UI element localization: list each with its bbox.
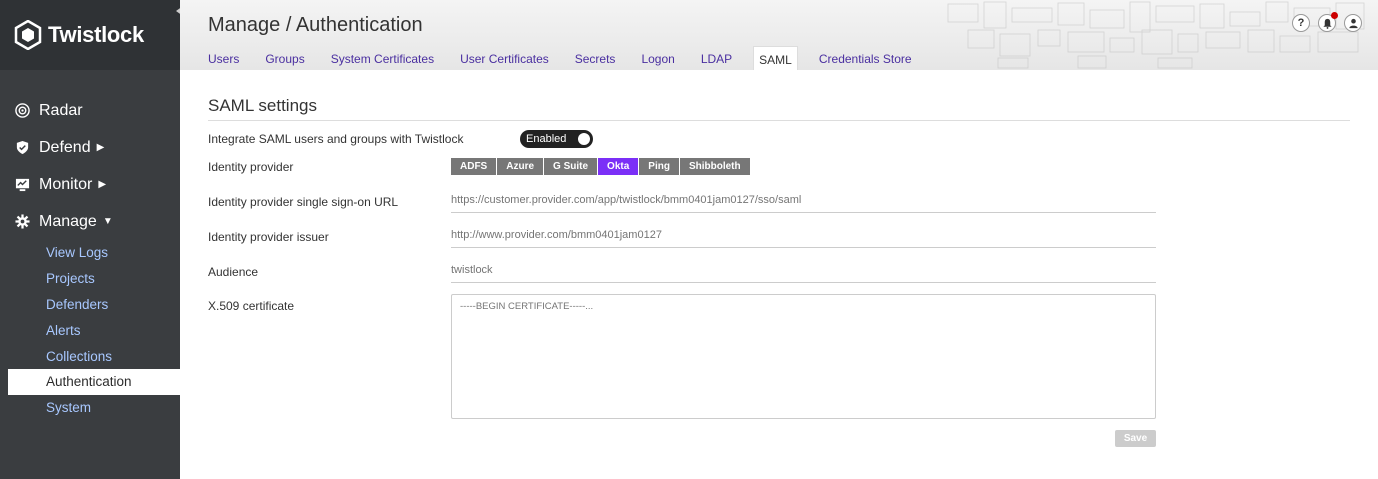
- sso-url-input[interactable]: [451, 190, 1156, 213]
- caret-right-icon: ▶: [98, 179, 107, 190]
- tab-user-certificates[interactable]: User Certificates: [447, 46, 562, 70]
- saml-settings-panel: SAML settings Integrate SAML users and g…: [208, 96, 1350, 447]
- idp-option-shibboleth[interactable]: Shibboleth: [679, 158, 750, 175]
- toggle-knob: [578, 133, 590, 145]
- idp-option-azure[interactable]: Azure: [497, 158, 544, 175]
- tab-system-certificates[interactable]: System Certificates: [318, 46, 447, 70]
- sso-url-row: Identity provider single sign-on URL: [208, 190, 1156, 213]
- idp-label: Identity provider: [208, 159, 294, 174]
- radar-icon: [14, 102, 31, 119]
- sidebar-item-label: Defend: [39, 138, 91, 156]
- issuer-row: Identity provider issuer: [208, 225, 1156, 248]
- header: Manage / Authentication Users Groups Sys…: [180, 0, 1378, 70]
- subnav-item-projects[interactable]: Projects: [0, 266, 180, 292]
- issuer-label: Identity provider issuer: [208, 229, 329, 244]
- sidebar-item-label: Monitor: [39, 175, 93, 193]
- subnav-item-system[interactable]: System: [0, 395, 180, 421]
- tab-credentials-store[interactable]: Credentials Store: [806, 46, 925, 70]
- tab-bar: Users Groups System Certificates User Ce…: [208, 46, 925, 70]
- header-pattern-decoration: [947, 1, 1365, 69]
- saml-enabled-toggle[interactable]: Enabled: [520, 130, 593, 148]
- sso-url-label: Identity provider single sign-on URL: [208, 194, 399, 209]
- tab-ldap[interactable]: LDAP: [688, 46, 745, 70]
- integrate-row: Integrate SAML users and groups with Twi…: [208, 130, 593, 148]
- integrate-label: Integrate SAML users and groups with Twi…: [208, 132, 464, 146]
- sidebar-item-monitor[interactable]: Monitor ▶: [0, 166, 180, 203]
- cert-label: X.509 certificate: [208, 299, 295, 313]
- monitor-icon: [14, 176, 31, 193]
- issuer-input[interactable]: [451, 225, 1156, 248]
- sidebar-item-label: Manage: [39, 212, 97, 230]
- audience-label: Audience: [208, 264, 259, 279]
- brand: Twistlock: [0, 0, 190, 70]
- subnav-item-alerts[interactable]: Alerts: [0, 317, 180, 343]
- audience-row: Audience: [208, 260, 1156, 283]
- idp-row: Identity provider ADFS Azure G Suite Okt…: [208, 158, 750, 175]
- caret-down-icon: ▼: [102, 216, 113, 227]
- tab-saml[interactable]: SAML: [753, 46, 798, 70]
- idp-option-gsuite[interactable]: G Suite: [544, 158, 598, 175]
- brand-name: Twistlock: [48, 22, 144, 47]
- subnav-item-collections[interactable]: Collections: [0, 343, 180, 369]
- user-icon[interactable]: [1344, 14, 1362, 32]
- subnav-item-view-logs[interactable]: View Logs: [0, 240, 180, 266]
- section-title: SAML settings: [208, 96, 1350, 121]
- sidebar-item-defend[interactable]: Defend ▶: [0, 129, 180, 166]
- certificate-textarea[interactable]: [451, 294, 1156, 419]
- toggle-label: Enabled: [526, 133, 567, 145]
- cert-row: X.509 certificate: [208, 294, 1156, 419]
- header-icons: ?: [1292, 12, 1362, 32]
- tab-secrets[interactable]: Secrets: [562, 46, 629, 70]
- sidebar-item-radar[interactable]: Radar: [0, 92, 180, 129]
- twistlock-logo-icon: [14, 20, 42, 50]
- bell-icon[interactable]: [1318, 12, 1338, 32]
- idp-option-adfs[interactable]: ADFS: [451, 158, 497, 175]
- sidebar: Twistlock Radar Defend ▶ Monitor ▶ Manag…: [0, 0, 190, 479]
- idp-option-ping[interactable]: Ping: [639, 158, 679, 175]
- gear-icon: [14, 213, 31, 230]
- tab-groups[interactable]: Groups: [252, 46, 317, 70]
- help-icon[interactable]: ?: [1292, 14, 1310, 32]
- sidebar-item-manage[interactable]: Manage ▼: [0, 203, 180, 240]
- sidebar-item-label: Radar: [39, 101, 83, 119]
- subnav-item-defenders[interactable]: Defenders: [0, 292, 180, 318]
- subnav-item-authentication[interactable]: Authentication: [8, 368, 180, 395]
- notification-dot: [1331, 12, 1338, 19]
- shield-icon: [14, 139, 31, 156]
- idp-option-okta[interactable]: Okta: [598, 158, 639, 175]
- sidebar-nav: Radar Defend ▶ Monitor ▶ Manage ▼ View L…: [0, 70, 180, 421]
- tab-logon[interactable]: Logon: [628, 46, 687, 70]
- page-title: Manage / Authentication: [208, 14, 423, 36]
- manage-subnav: View Logs Projects Defenders Alerts Coll…: [0, 240, 180, 421]
- audience-input[interactable]: [451, 260, 1156, 283]
- app-root: Twistlock Radar Defend ▶ Monitor ▶ Manag…: [0, 0, 1378, 479]
- caret-right-icon: ▶: [96, 142, 105, 153]
- tab-users[interactable]: Users: [208, 46, 252, 70]
- idp-selector: ADFS Azure G Suite Okta Ping Shibboleth: [451, 158, 750, 175]
- save-button[interactable]: Save: [1115, 430, 1156, 447]
